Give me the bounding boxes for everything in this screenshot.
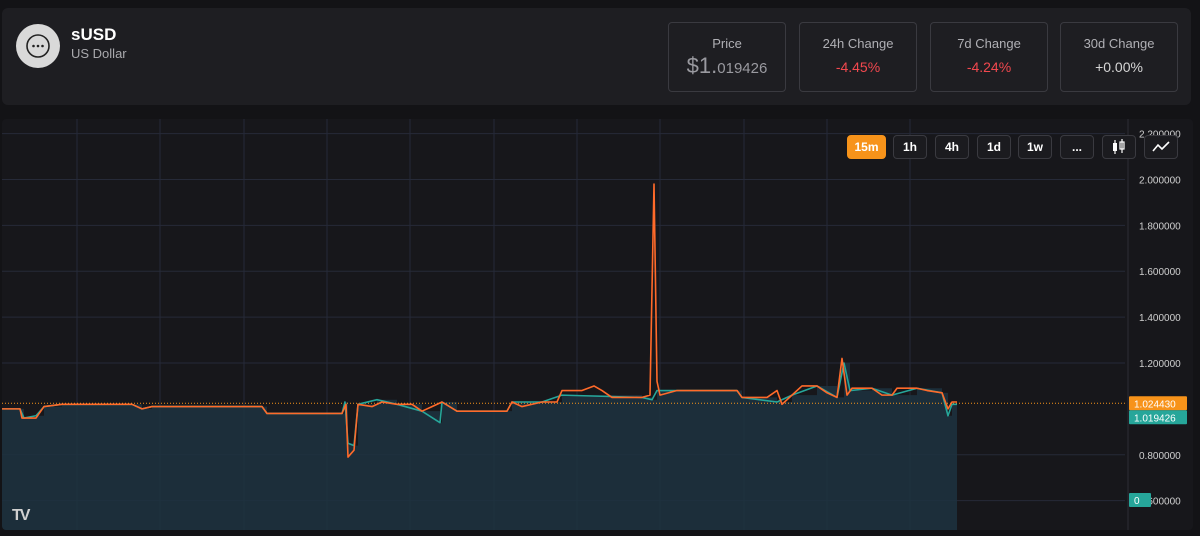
y-tick-label: 0.800000 xyxy=(1139,451,1181,462)
asset-name: US Dollar xyxy=(71,46,127,61)
timeframe-more-button[interactable]: ... xyxy=(1060,135,1094,159)
timeframe-1h-button[interactable]: 1h xyxy=(893,135,927,159)
line-chart-button[interactable] xyxy=(1144,135,1178,159)
timeframe-15m-button[interactable]: 15m xyxy=(847,135,886,159)
timeframe-1w-button[interactable]: 1w xyxy=(1018,135,1052,159)
tradingview-logo: TV xyxy=(12,507,31,524)
price-axis-label: 1.024430 xyxy=(1134,399,1176,410)
y-tick-label: 1.400000 xyxy=(1139,313,1181,324)
price-area-fill xyxy=(2,363,957,530)
price-value-minor: 019426 xyxy=(717,60,768,77)
price-axis-label-bg xyxy=(1129,493,1151,507)
chart-canvas: 2.2000002.0000001.8000001.6000001.400000… xyxy=(2,119,1187,530)
line-chart-icon xyxy=(1152,141,1170,152)
asset-avatar xyxy=(16,24,60,68)
y-tick-label: 1.600000 xyxy=(1139,267,1181,278)
change-7d-label: 7d Change xyxy=(957,36,1021,51)
price-label: Price xyxy=(712,36,742,51)
timeframe-1d-button[interactable]: 1d xyxy=(977,135,1011,159)
change-24h-card: 24h Change -4.45% xyxy=(799,22,917,92)
change-7d-card: 7d Change -4.24% xyxy=(930,22,1048,92)
asset-header: sUSD US Dollar Price $1.019426 24h Chang… xyxy=(2,8,1191,105)
change-30d-value: +0.00% xyxy=(1095,59,1143,75)
price-axis-label: 0 xyxy=(1134,496,1140,507)
candlestick-chart-button[interactable] xyxy=(1102,135,1136,159)
change-24h-value: -4.45% xyxy=(835,59,881,75)
timeframe-4h-button[interactable]: 4h xyxy=(935,135,969,159)
change-30d-label: 30d Change xyxy=(1083,36,1155,51)
change-7d-value: -4.24% xyxy=(966,59,1012,75)
y-tick-label: 2.000000 xyxy=(1139,175,1181,186)
price-value: $1.019426 xyxy=(669,53,785,79)
more-dots-icon xyxy=(26,34,50,58)
candlestick-icon xyxy=(1113,139,1125,154)
price-axis-label: 1.019426 xyxy=(1134,413,1176,424)
y-tick-label: 1.200000 xyxy=(1139,359,1181,370)
price-chart[interactable]: 2.2000002.0000001.8000001.6000001.400000… xyxy=(2,119,1193,530)
change-24h-label: 24h Change xyxy=(822,36,894,51)
y-tick-label: 1.800000 xyxy=(1139,221,1181,232)
price-card: Price $1.019426 xyxy=(668,22,786,92)
change-30d-card: 30d Change +0.00% xyxy=(1060,22,1178,92)
asset-symbol: sUSD xyxy=(71,25,117,44)
price-value-major: $1. xyxy=(686,53,718,78)
